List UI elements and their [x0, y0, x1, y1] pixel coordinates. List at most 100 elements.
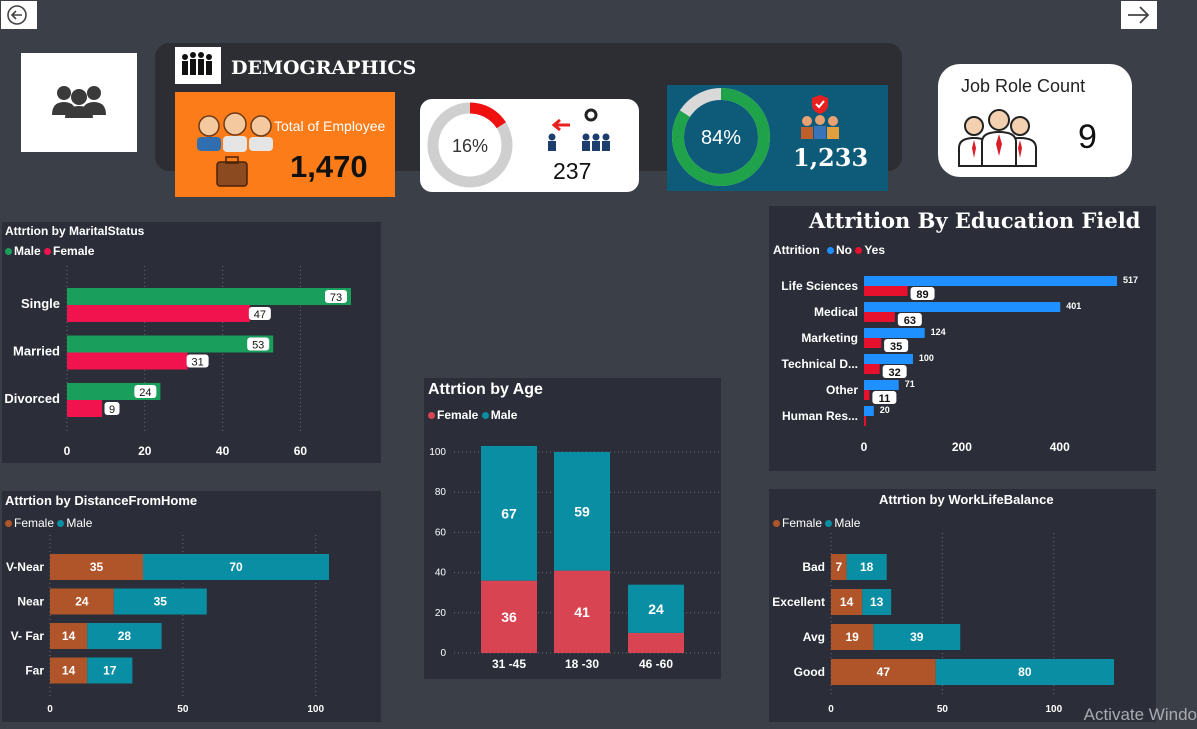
- legend-item: Male: [825, 516, 860, 530]
- data-label: 41: [574, 604, 590, 620]
- data-label: 14: [62, 629, 76, 643]
- category-label: Near: [17, 595, 44, 609]
- marital-legend: Male Female: [5, 244, 94, 258]
- data-label: 67: [501, 505, 517, 521]
- data-label: 401: [1066, 301, 1081, 311]
- legend-item: Yes: [855, 243, 885, 257]
- leaving-people-icon: [548, 108, 610, 151]
- tick-label: 20: [435, 608, 447, 619]
- total-employee-value: 1,470: [290, 149, 368, 184]
- bar: [864, 328, 925, 338]
- back-arrow-icon: [7, 5, 27, 25]
- category-label: Divorced: [4, 391, 60, 406]
- total-employee-card: Total of Employee 1,470: [175, 92, 395, 197]
- watermark-text: Activate Windo: [1083, 705, 1197, 724]
- bar: [864, 406, 874, 416]
- legend-label: Male: [14, 244, 41, 258]
- legend-label: Female: [14, 516, 55, 530]
- legend-label: Yes: [864, 243, 886, 257]
- category-label: 18 -30: [565, 657, 599, 671]
- bar: [864, 390, 870, 400]
- data-label: 70: [229, 560, 243, 574]
- bar: [864, 286, 908, 296]
- data-label: 31: [191, 357, 203, 369]
- worklife-panel: Attrtion by WorkLifeBalance Female Male …: [769, 489, 1156, 722]
- tick-label: 100: [1045, 704, 1062, 715]
- back-button[interactable]: [1, 1, 37, 29]
- tick-label: 100: [307, 704, 324, 715]
- bar: [67, 305, 250, 322]
- tick-label: 20: [138, 444, 152, 458]
- retained-card: 84% 1,233: [667, 85, 888, 191]
- tick-label: 0: [64, 444, 71, 458]
- category-label: V-Near: [6, 560, 44, 574]
- crowd-icon-box: [175, 47, 221, 84]
- category-label: Single: [21, 296, 60, 311]
- data-label: 59: [574, 503, 590, 519]
- job-role-team-icon: [958, 109, 1037, 167]
- logo-box: [21, 53, 137, 152]
- tick-label: 0: [440, 648, 446, 659]
- data-label: 36: [501, 609, 517, 625]
- legend-item: Female: [773, 516, 822, 530]
- legend-label: Male: [490, 408, 518, 422]
- data-label: 124: [931, 327, 946, 337]
- category-label: Other: [826, 383, 858, 397]
- tick-label: 60: [294, 444, 308, 458]
- education-chart: 0 200 400 Life Sciences 517 89 Medical 401 63 Mar…: [781, 275, 1138, 454]
- category-label: V- Far: [11, 629, 45, 643]
- tick-label: 40: [435, 568, 447, 579]
- data-label: 73: [330, 292, 342, 304]
- legend-label: No: [836, 243, 852, 257]
- education-panel: Attrition By Education Field Attrition N…: [769, 206, 1156, 471]
- category-label: Technical D...: [782, 357, 858, 371]
- age-chart: 0 20 40 60 80 100 36 67 31 -45 41 59 18 -30 24 46 -60: [429, 445, 719, 671]
- distance-title: Attrtion by DistanceFromHome: [5, 493, 198, 508]
- category-label: Avg: [803, 630, 825, 644]
- data-label: 35: [90, 560, 104, 574]
- data-label: 32: [889, 367, 901, 379]
- category-label: Good: [794, 665, 825, 679]
- category-label: Excellent: [772, 595, 825, 609]
- data-label: 39: [910, 630, 924, 644]
- category-label: 46 -60: [639, 657, 673, 671]
- distance-chart: 0 50 100 V-Near 35 70 Near 24 35 V- Far 14 28 Far 14 1…: [6, 535, 329, 715]
- data-label: 24: [648, 601, 664, 617]
- category-label: Bad: [802, 560, 825, 574]
- data-label: 13: [870, 595, 884, 609]
- age-panel: Attrtion by Age Female Male 0 20 40 60 80 100…: [424, 378, 721, 679]
- data-label: 89: [916, 289, 928, 301]
- bar: [864, 312, 895, 322]
- worklife-chart: 0 50 100 Bad 7 18 Excellent 14 13 Avg 19 39 Good 47 80: [772, 533, 1114, 715]
- legend-title: Attrition: [773, 243, 820, 257]
- worklife-legend: Female Male: [773, 516, 860, 530]
- legend-item: Male: [57, 516, 92, 530]
- marital-title: Attrtion by MaritalStatus: [5, 224, 145, 238]
- data-label: 53: [252, 340, 264, 352]
- attrition-card: 16% 237: [420, 99, 639, 192]
- bar-segment: [628, 632, 684, 653]
- bar: [864, 380, 899, 390]
- legend-label: Female: [437, 408, 479, 422]
- category-label: Medical: [814, 305, 858, 319]
- category-label: Life Sciences: [781, 279, 858, 293]
- legend-item: Male: [481, 408, 518, 422]
- category-label: Married: [13, 344, 60, 359]
- retained-value: 1,233: [793, 143, 869, 172]
- tick-label: 0: [47, 704, 53, 715]
- legend-item: Male: [5, 244, 41, 258]
- legend-label: Female: [782, 516, 823, 530]
- legend-label: Male: [66, 516, 93, 530]
- bar: [864, 354, 913, 364]
- tick-label: 80: [435, 487, 447, 498]
- data-label: 100: [919, 353, 934, 363]
- category-label: 31 -45: [492, 657, 526, 671]
- data-label: 35: [890, 341, 902, 353]
- legend-label: Female: [53, 244, 95, 258]
- forward-button[interactable]: [1121, 1, 1157, 29]
- legend-label: Male: [834, 516, 861, 530]
- bar: [864, 276, 1117, 286]
- age-legend: Female Male: [428, 408, 517, 422]
- tick-label: 0: [828, 704, 834, 715]
- data-label: 19: [845, 630, 859, 644]
